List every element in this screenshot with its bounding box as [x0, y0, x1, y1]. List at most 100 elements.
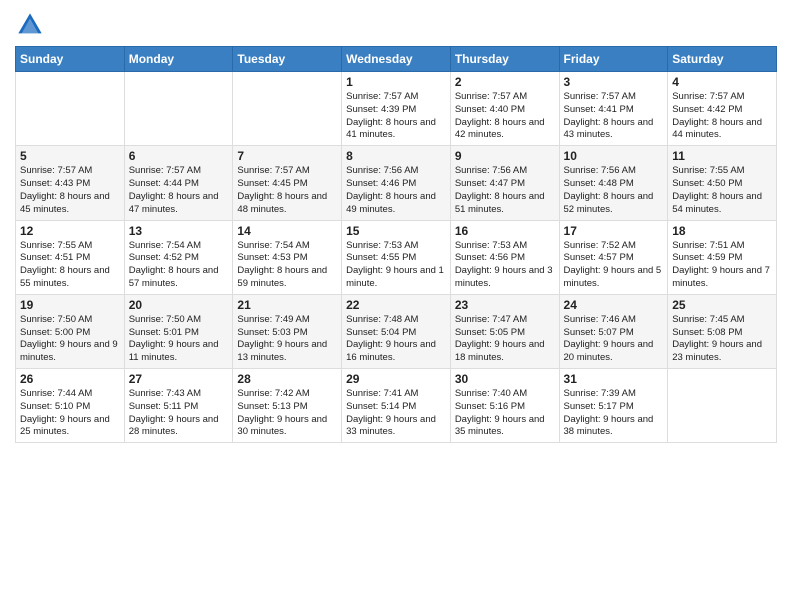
day-header-saturday: Saturday	[668, 47, 777, 72]
day-number: 27	[129, 372, 229, 386]
day-info: Sunrise: 7:57 AM Sunset: 4:39 PM Dayligh…	[346, 91, 446, 142]
calendar-cell: 22 Sunrise: 7:48 AM Sunset: 5:04 PM Dayli…	[342, 294, 451, 368]
calendar-cell: 15Sunrise: 7:53 AM Sunset: 4:55 PM Dayli…	[342, 220, 451, 294]
calendar-cell: 27 Sunrise: 7:43 AM Sunset: 5:11 PM Dayli…	[124, 369, 233, 443]
day-info: Sunrise: 7:55 AM Sunset: 4:51 PM Dayligh…	[20, 240, 120, 291]
day-number: 26	[20, 372, 120, 386]
day-info: Sunrise: 7:41 AM Sunset: 5:14 PM Dayligh…	[346, 388, 446, 439]
day-number: 12	[20, 224, 120, 238]
day-number: 15	[346, 224, 446, 238]
day-number: 14	[237, 224, 337, 238]
day-number: 29	[346, 372, 446, 386]
calendar-cell: 16Sunrise: 7:53 AM Sunset: 4:56 PM Dayli…	[450, 220, 559, 294]
day-info: Sunrise: 7:47 AM Sunset: 5:05 PM Dayligh…	[455, 314, 555, 365]
day-header-sunday: Sunday	[16, 47, 125, 72]
calendar-cell: 2 Sunrise: 7:57 AM Sunset: 4:40 PM Daylig…	[450, 72, 559, 146]
calendar-cell: 6Sunrise: 7:57 AM Sunset: 4:44 PM Daylig…	[124, 146, 233, 220]
calendar-cell: 26 Sunrise: 7:44 AM Sunset: 5:10 PM Dayli…	[16, 369, 125, 443]
day-number: 1	[346, 75, 446, 89]
calendar-cell: 19 Sunrise: 7:50 AM Sunset: 5:00 PM Dayli…	[16, 294, 125, 368]
day-number: 23	[455, 298, 555, 312]
day-info: Sunrise: 7:57 AM Sunset: 4:40 PM Dayligh…	[455, 91, 555, 142]
calendar-cell: 11 Sunrise: 7:55 AM Sunset: 4:50 PM Dayli…	[668, 146, 777, 220]
calendar-cell: 28Sunrise: 7:42 AM Sunset: 5:13 PM Dayli…	[233, 369, 342, 443]
calendar-cell: 13Sunrise: 7:54 AM Sunset: 4:52 PM Dayli…	[124, 220, 233, 294]
day-number: 24	[564, 298, 664, 312]
logo	[15, 10, 49, 40]
day-number: 7	[237, 149, 337, 163]
day-info: Sunrise: 7:53 AM Sunset: 4:56 PM Dayligh…	[455, 240, 555, 291]
day-info: Sunrise: 7:54 AM Sunset: 4:52 PM Dayligh…	[129, 240, 229, 291]
day-number: 8	[346, 149, 446, 163]
calendar-cell	[16, 72, 125, 146]
day-number: 5	[20, 149, 120, 163]
calendar-cell: 10Sunrise: 7:56 AM Sunset: 4:48 PM Dayli…	[559, 146, 668, 220]
day-info: Sunrise: 7:56 AM Sunset: 4:47 PM Dayligh…	[455, 165, 555, 216]
day-number: 21	[237, 298, 337, 312]
day-number: 19	[20, 298, 120, 312]
day-number: 4	[672, 75, 772, 89]
day-info: Sunrise: 7:46 AM Sunset: 5:07 PM Dayligh…	[564, 314, 664, 365]
day-info: Sunrise: 7:42 AM Sunset: 5:13 PM Dayligh…	[237, 388, 337, 439]
day-number: 30	[455, 372, 555, 386]
calendar-cell	[668, 369, 777, 443]
day-info: Sunrise: 7:44 AM Sunset: 5:10 PM Dayligh…	[20, 388, 120, 439]
calendar-cell: 14Sunrise: 7:54 AM Sunset: 4:53 PM Dayli…	[233, 220, 342, 294]
calendar-week-1: 1 Sunrise: 7:57 AM Sunset: 4:39 PM Daylig…	[16, 72, 777, 146]
calendar-cell: 4 Sunrise: 7:57 AM Sunset: 4:42 PM Daylig…	[668, 72, 777, 146]
day-info: Sunrise: 7:57 AM Sunset: 4:42 PM Dayligh…	[672, 91, 772, 142]
calendar-cell: 18Sunrise: 7:51 AM Sunset: 4:59 PM Dayli…	[668, 220, 777, 294]
calendar-week-2: 5 Sunrise: 7:57 AM Sunset: 4:43 PM Daylig…	[16, 146, 777, 220]
day-number: 20	[129, 298, 229, 312]
day-header-tuesday: Tuesday	[233, 47, 342, 72]
calendar-cell: 17 Sunrise: 7:52 AM Sunset: 4:57 PM Dayli…	[559, 220, 668, 294]
day-number: 9	[455, 149, 555, 163]
day-header-monday: Monday	[124, 47, 233, 72]
calendar-cell	[233, 72, 342, 146]
calendar-cell	[124, 72, 233, 146]
calendar-cell: 25 Sunrise: 7:45 AM Sunset: 5:08 PM Dayli…	[668, 294, 777, 368]
day-info: Sunrise: 7:48 AM Sunset: 5:04 PM Dayligh…	[346, 314, 446, 365]
day-header-friday: Friday	[559, 47, 668, 72]
calendar-week-3: 12 Sunrise: 7:55 AM Sunset: 4:51 PM Dayli…	[16, 220, 777, 294]
calendar-cell: 8 Sunrise: 7:56 AM Sunset: 4:46 PM Daylig…	[342, 146, 451, 220]
day-number: 17	[564, 224, 664, 238]
calendar-cell: 24 Sunrise: 7:46 AM Sunset: 5:07 PM Dayli…	[559, 294, 668, 368]
logo-icon	[15, 10, 45, 40]
calendar-cell: 5 Sunrise: 7:57 AM Sunset: 4:43 PM Daylig…	[16, 146, 125, 220]
calendar-cell: 29 Sunrise: 7:41 AM Sunset: 5:14 PM Dayli…	[342, 369, 451, 443]
calendar-week-5: 26 Sunrise: 7:44 AM Sunset: 5:10 PM Dayli…	[16, 369, 777, 443]
day-info: Sunrise: 7:43 AM Sunset: 5:11 PM Dayligh…	[129, 388, 229, 439]
day-number: 3	[564, 75, 664, 89]
day-info: Sunrise: 7:40 AM Sunset: 5:16 PM Dayligh…	[455, 388, 555, 439]
day-number: 11	[672, 149, 772, 163]
calendar-cell: 9 Sunrise: 7:56 AM Sunset: 4:47 PM Daylig…	[450, 146, 559, 220]
day-info: Sunrise: 7:57 AM Sunset: 4:43 PM Dayligh…	[20, 165, 120, 216]
calendar-cell: 1 Sunrise: 7:57 AM Sunset: 4:39 PM Daylig…	[342, 72, 451, 146]
day-info: Sunrise: 7:56 AM Sunset: 4:46 PM Dayligh…	[346, 165, 446, 216]
day-number: 25	[672, 298, 772, 312]
day-info: Sunrise: 7:56 AM Sunset: 4:48 PM Dayligh…	[564, 165, 664, 216]
calendar-cell: 7Sunrise: 7:57 AM Sunset: 4:45 PM Daylig…	[233, 146, 342, 220]
calendar-cell: 30 Sunrise: 7:40 AM Sunset: 5:16 PM Dayli…	[450, 369, 559, 443]
header	[15, 10, 777, 40]
calendar-cell: 3 Sunrise: 7:57 AM Sunset: 4:41 PM Daylig…	[559, 72, 668, 146]
day-info: Sunrise: 7:52 AM Sunset: 4:57 PM Dayligh…	[564, 240, 664, 291]
day-number: 22	[346, 298, 446, 312]
day-info: Sunrise: 7:45 AM Sunset: 5:08 PM Dayligh…	[672, 314, 772, 365]
day-info: Sunrise: 7:50 AM Sunset: 5:00 PM Dayligh…	[20, 314, 120, 365]
day-info: Sunrise: 7:55 AM Sunset: 4:50 PM Dayligh…	[672, 165, 772, 216]
day-info: Sunrise: 7:39 AM Sunset: 5:17 PM Dayligh…	[564, 388, 664, 439]
day-header-thursday: Thursday	[450, 47, 559, 72]
day-number: 31	[564, 372, 664, 386]
day-number: 2	[455, 75, 555, 89]
calendar-cell: 23 Sunrise: 7:47 AM Sunset: 5:05 PM Dayli…	[450, 294, 559, 368]
day-number: 6	[129, 149, 229, 163]
day-number: 18	[672, 224, 772, 238]
calendar-table: SundayMondayTuesdayWednesdayThursdayFrid…	[15, 46, 777, 443]
day-info: Sunrise: 7:49 AM Sunset: 5:03 PM Dayligh…	[237, 314, 337, 365]
day-info: Sunrise: 7:57 AM Sunset: 4:41 PM Dayligh…	[564, 91, 664, 142]
page: SundayMondayTuesdayWednesdayThursdayFrid…	[0, 0, 792, 453]
calendar-cell: 21 Sunrise: 7:49 AM Sunset: 5:03 PM Dayli…	[233, 294, 342, 368]
calendar-cell: 31 Sunrise: 7:39 AM Sunset: 5:17 PM Dayli…	[559, 369, 668, 443]
